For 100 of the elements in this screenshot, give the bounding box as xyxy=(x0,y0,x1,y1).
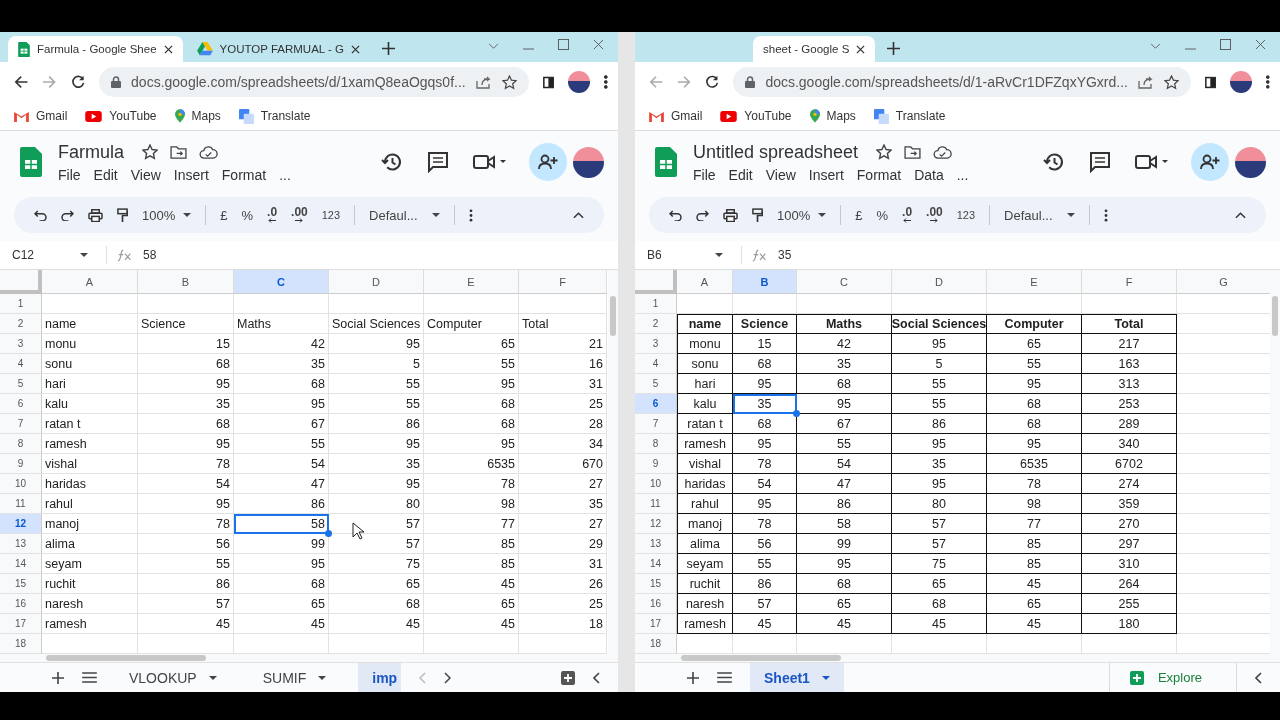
row-header[interactable]: 12 xyxy=(635,514,677,534)
column-header[interactable]: B xyxy=(733,270,797,294)
bookmark-link[interactable]: Gmail xyxy=(14,109,68,123)
row-header[interactable]: 7 xyxy=(635,414,677,434)
sheets-logo-icon[interactable] xyxy=(655,147,677,177)
increase-decimal-button[interactable]: .00 xyxy=(291,207,308,223)
share-icon[interactable] xyxy=(1138,75,1154,89)
row-header[interactable]: 11 xyxy=(635,494,677,514)
explore-icon[interactable] xyxy=(561,670,575,685)
collapse-icon[interactable] xyxy=(573,211,584,219)
folder-icon[interactable] xyxy=(170,145,187,159)
add-sheet-icon[interactable] xyxy=(52,671,64,684)
menu-item[interactable]: ... xyxy=(956,166,969,183)
menu-item[interactable]: Edit xyxy=(728,166,753,183)
row-header[interactable]: 14 xyxy=(635,554,677,574)
share-icon[interactable] xyxy=(475,75,492,89)
row-header[interactable]: 3 xyxy=(0,334,42,354)
font-dropdown[interactable]: Defaul... xyxy=(1004,207,1075,223)
chevron-left-icon[interactable] xyxy=(593,671,600,684)
column-header[interactable]: A xyxy=(42,270,138,294)
menu-item[interactable]: File xyxy=(693,166,716,183)
bookmark-link[interactable]: Gmail xyxy=(649,109,703,123)
chevron-down-icon[interactable] xyxy=(1150,43,1161,50)
avatar[interactable] xyxy=(573,146,604,178)
bookmark-link[interactable]: YouTube xyxy=(720,109,792,123)
currency-button[interactable]: £ xyxy=(220,207,228,223)
browser-tab[interactable]: YOUTOP FARMUAL - G xyxy=(186,36,370,62)
column-header[interactable]: C xyxy=(234,270,329,294)
more-icon[interactable] xyxy=(1266,74,1270,90)
row-header[interactable]: 5 xyxy=(0,374,42,394)
row-header[interactable]: 5 xyxy=(635,374,677,394)
row-header[interactable]: 6 xyxy=(635,394,677,414)
percent-button[interactable]: % xyxy=(241,207,254,223)
zoom-dropdown[interactable]: 100% xyxy=(142,207,192,223)
row-header[interactable]: 4 xyxy=(0,354,42,374)
star-icon[interactable] xyxy=(1164,74,1179,90)
more-icon[interactable] xyxy=(468,208,473,222)
add-sheet-icon[interactable] xyxy=(687,671,699,684)
row-header[interactable]: 17 xyxy=(635,614,677,634)
menu-item[interactable]: Format xyxy=(221,166,267,183)
maximize-icon[interactable] xyxy=(1220,39,1231,50)
menu-icon[interactable] xyxy=(717,672,732,683)
document-title[interactable]: Untitled spreadsheet xyxy=(693,141,859,163)
sheet-tab[interactable]: SUMIF xyxy=(248,663,341,692)
row-header[interactable]: 16 xyxy=(0,594,42,614)
menu-item[interactable]: Insert xyxy=(173,166,209,183)
row-header[interactable]: 18 xyxy=(0,634,42,654)
row-header[interactable]: 11 xyxy=(0,494,42,514)
undo-icon[interactable] xyxy=(34,209,47,221)
font-dropdown[interactable]: Defaul... xyxy=(369,207,440,223)
maximize-icon[interactable] xyxy=(558,39,569,50)
document-title[interactable]: Farmula xyxy=(58,141,124,163)
number-format-button[interactable]: 123 xyxy=(321,209,341,221)
sheets-logo-icon[interactable] xyxy=(20,147,42,177)
formula-field[interactable]: 58 xyxy=(143,248,157,262)
share-button[interactable] xyxy=(1191,143,1229,181)
print-icon[interactable] xyxy=(88,208,103,222)
row-header[interactable]: 12 xyxy=(0,514,42,534)
address-bar[interactable]: docs.google.com/spreadsheets/d/1-aRvCr1DFZqxYGxrd... xyxy=(733,67,1191,97)
share-button[interactable] xyxy=(529,143,567,181)
scroll-right-icon[interactable] xyxy=(444,671,452,684)
cell-reference-box[interactable]: C12 xyxy=(12,248,96,262)
close-icon[interactable] xyxy=(350,44,360,54)
row-header[interactable]: 10 xyxy=(635,474,677,494)
row-header[interactable]: 15 xyxy=(0,574,42,594)
decrease-decimal-button[interactable]: .0 xyxy=(902,207,913,223)
paint-format-icon[interactable] xyxy=(752,207,763,223)
number-format-button[interactable]: 123 xyxy=(956,209,976,221)
collapse-icon[interactable] xyxy=(1235,211,1246,219)
chevron-down-icon[interactable] xyxy=(488,43,499,50)
column-header[interactable]: D xyxy=(329,270,424,294)
scrollbar-thumb[interactable] xyxy=(681,655,841,661)
row-header[interactable]: 8 xyxy=(635,434,677,454)
row-header[interactable]: 3 xyxy=(635,334,677,354)
video-call-icon[interactable] xyxy=(473,152,507,172)
cloud-icon[interactable] xyxy=(933,145,953,159)
row-header[interactable]: 14 xyxy=(0,554,42,574)
new-tab-icon[interactable] xyxy=(381,42,395,55)
more-icon[interactable] xyxy=(604,74,608,90)
column-header[interactable]: A xyxy=(677,270,733,294)
menu-item[interactable]: Insert xyxy=(808,166,844,183)
column-header[interactable]: B xyxy=(138,270,234,294)
menu-item[interactable]: View xyxy=(130,166,161,183)
more-icon[interactable] xyxy=(1103,208,1108,222)
history-icon[interactable] xyxy=(1043,151,1065,173)
cell-reference-box[interactable]: B6 xyxy=(647,248,731,262)
folder-icon[interactable] xyxy=(904,145,922,159)
back-icon[interactable] xyxy=(14,74,29,90)
row-header[interactable]: 17 xyxy=(0,614,42,634)
row-header[interactable]: 4 xyxy=(635,354,677,374)
menu-item[interactable]: File xyxy=(58,166,81,183)
scrollbar-thumb[interactable] xyxy=(46,655,206,661)
reload-icon[interactable] xyxy=(705,74,720,90)
comment-icon[interactable] xyxy=(427,151,449,173)
increase-decimal-button[interactable]: .00 xyxy=(926,207,943,223)
undo-icon[interactable] xyxy=(669,209,682,221)
row-header[interactable]: 1 xyxy=(635,294,677,314)
chevron-left-icon[interactable] xyxy=(1255,671,1262,684)
bookmark-link[interactable]: Translate xyxy=(238,108,311,124)
comment-icon[interactable] xyxy=(1089,151,1111,173)
